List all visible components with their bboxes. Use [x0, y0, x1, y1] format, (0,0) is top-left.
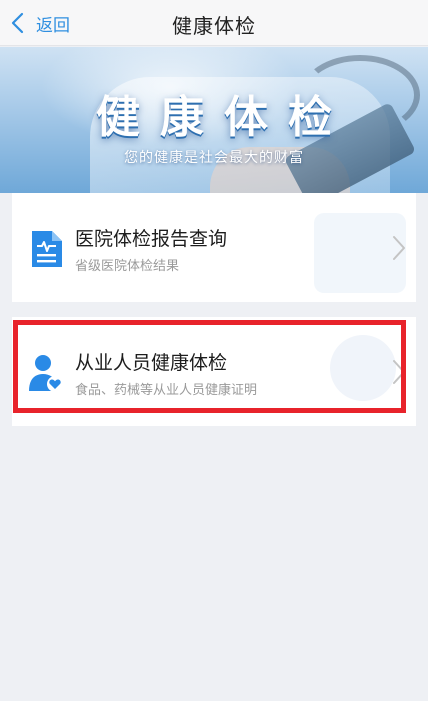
page-title: 健康体检: [172, 14, 256, 38]
hospital-report-query-card[interactable]: 医院体检报告查询 省级医院体检结果: [12, 193, 416, 302]
health-checkup-banner: 健康体检 您的健康是社会最大的财富: [0, 47, 428, 193]
card-subtitle: 省级医院体检结果: [75, 259, 180, 274]
card-background-decoration: [330, 335, 396, 401]
banner-subtitle: 您的健康是社会最大的财富: [124, 150, 304, 166]
card-title: 医院体检报告查询: [75, 228, 228, 250]
card-subtitle: 食品、药械等从业人员健康证明: [75, 383, 258, 398]
banner-title: 健康体检: [96, 92, 352, 143]
report-document-icon: [32, 231, 62, 267]
chevron-right-icon: [393, 360, 405, 384]
card-title: 从业人员健康体检: [75, 352, 228, 374]
chevron-right-icon: [393, 236, 405, 260]
practitioner-health-checkup-card[interactable]: 从业人员健康体检 食品、药械等从业人员健康证明: [12, 317, 416, 426]
top-nav-bar: 返回 健康体检: [0, 0, 428, 46]
user-heart-icon: [29, 355, 63, 392]
